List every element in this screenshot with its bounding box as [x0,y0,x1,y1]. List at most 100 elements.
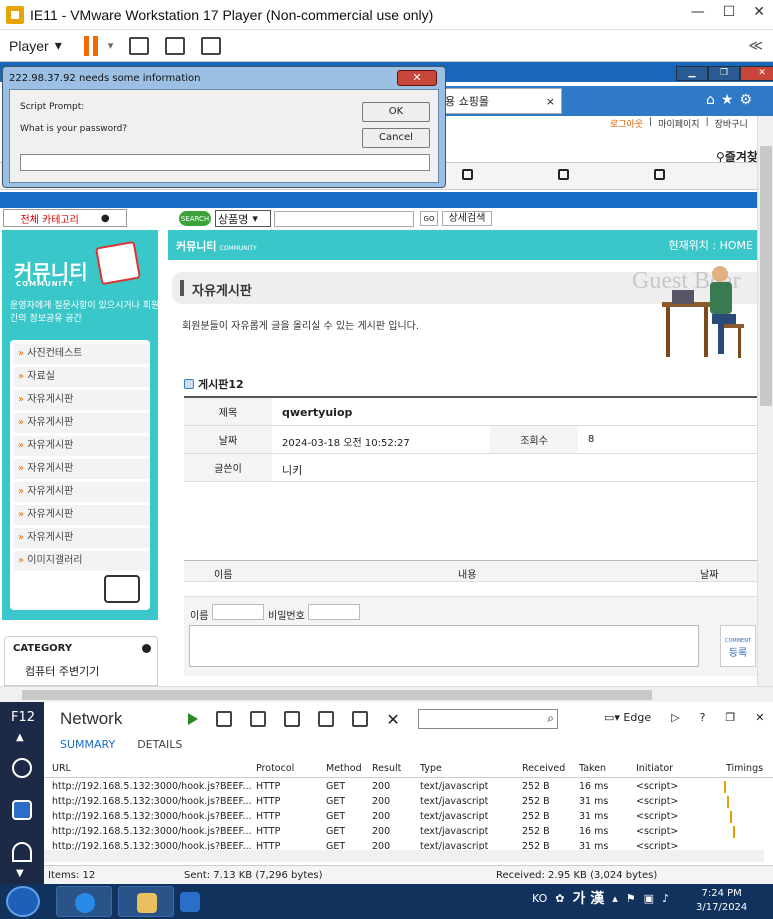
sidebar-item-board[interactable]: 자유게시판 [14,390,150,410]
tab-summary[interactable]: SUMMARY [60,738,115,751]
collapse-toolbar-button[interactable]: ≪ [748,37,763,54]
all-category-button[interactable]: 전체 카테고리 ● [3,209,127,227]
settings-gear-icon[interactable]: ⚙ [739,92,758,108]
sidebar-item-board[interactable]: 자유게시판 [14,482,150,502]
maximize-button[interactable]: ☐ [723,4,736,20]
dropdown-icon: ▾ [54,37,62,53]
table-row[interactable]: http://192.168.5.132:3000/hook.js?BEEF..… [44,825,773,840]
table-row[interactable]: http://192.168.5.132:3000/hook.js?BEEF..… [44,840,773,850]
page-title: 자유게시판 [192,284,252,299]
tab-details[interactable]: DETAILS [137,738,182,751]
pause-button[interactable] [83,35,100,56]
fullscreen-icon[interactable] [165,36,186,55]
post-subject: qwertyuiop [282,406,353,419]
f12-label: F12 [11,710,36,725]
home-icon[interactable]: ⌂ [706,92,721,108]
sidebar-item-board[interactable]: 자유게시판 [14,413,150,433]
minimize-button[interactable]: — [691,4,705,20]
clear-cache-icon[interactable] [284,711,301,727]
comment-register-button[interactable]: COMMENT 등록 [720,625,756,667]
detail-search-button[interactable]: 상세검색 [442,211,492,226]
ie-close-button[interactable]: ✕ [740,66,773,81]
ok-button[interactable]: OK [362,102,430,122]
stop-icon[interactable]: ✕ [386,710,399,729]
mypage-link[interactable]: 마이페이지 [658,117,699,130]
folder-icon [104,575,140,603]
board-number: 게시판12 [184,376,244,392]
devtools-app-icon [180,892,200,912]
search-input[interactable] [274,211,414,227]
sidebar-item-board[interactable]: 자유게시판 [14,459,150,479]
network-tray-icon[interactable]: ▣ [644,892,654,905]
tray-chevron-icon[interactable]: ▴ [612,892,618,905]
ime-icon[interactable]: ✿ [555,892,564,905]
ime-mode[interactable]: 가 漢 [573,888,605,908]
debugger-icon[interactable] [12,758,32,778]
taskbar-ie[interactable] [56,886,112,917]
always-refresh-icon[interactable] [250,711,267,727]
ie-minimize-button[interactable]: ▁ [676,66,708,81]
help-button[interactable]: ? [700,711,706,724]
performance-icon[interactable] [12,842,32,862]
language-indicator[interactable]: KO [532,892,547,905]
dialog-close-button[interactable]: ✕ [397,70,437,86]
comment-password-input[interactable] [308,604,360,620]
dock-icon[interactable]: ▷ [671,711,679,724]
ie-tab[interactable]: 용 쇼핑몰 × [442,88,562,114]
flag-icon[interactable]: ⚑ [626,892,636,905]
clear-cookies-icon[interactable] [318,711,335,727]
clock[interactable]: 7:24 PM 3/17/2024 [696,887,747,915]
nav-box-icon[interactable] [558,169,569,180]
save-icon[interactable] [216,711,233,727]
sidebar-item-board[interactable]: 자유게시판 [14,505,150,525]
man-at-desk-illustration [662,266,744,358]
horizontal-scrollbar[interactable] [0,686,773,702]
comment-name-input[interactable] [212,604,264,620]
post-views: 8 [588,434,595,445]
sidebar-item-photo-contest[interactable]: 사진컨테스트 [14,344,150,364]
table-row[interactable]: http://192.168.5.132:3000/hook.js?BEEF..… [44,810,773,825]
clear-entries-icon[interactable] [352,711,369,727]
go-button[interactable]: GO [420,211,438,226]
table-row[interactable]: http://192.168.5.132:3000/hook.js?BEEF..… [44,780,773,795]
comment-form: 이름 비밀번호 COMMENT 등록 [184,596,757,676]
sidebar-item-gallery[interactable]: 이미지갤러리 [14,551,150,571]
close-button[interactable]: ✕ [753,4,765,20]
sidebar-item-archive[interactable]: 자료실 [14,367,150,387]
taskbar-f12[interactable] [180,886,220,917]
password-input[interactable] [20,154,430,171]
devtools-close-button[interactable]: ✕ [755,711,764,724]
pause-dropdown-icon[interactable]: ▾ [108,39,114,52]
search-badge: SEARCH [179,211,211,226]
ie-restore-button[interactable]: ❐ [708,66,740,81]
taskbar-explorer[interactable] [118,886,174,917]
nav-box-icon[interactable] [654,169,665,180]
network-wifi-icon[interactable] [12,800,32,820]
volume-icon[interactable]: ♪ [662,892,669,905]
table-row[interactable]: http://192.168.5.132:3000/hook.js?BEEF..… [44,795,773,810]
sidebar-item-board[interactable]: 자유게시판 [14,528,150,548]
nav-box-icon[interactable] [462,169,473,180]
network-hscrollbar[interactable] [44,850,764,862]
cart-link[interactable]: 장바구니 [715,117,748,130]
category-item[interactable]: 컴퓨터 주변기기 [25,663,99,679]
up-arrow-icon[interactable]: ▲ [16,732,24,743]
vertical-scrollbar[interactable] [757,116,773,686]
down-arrow-icon[interactable]: ▼ [16,868,24,879]
cancel-button[interactable]: Cancel [362,128,430,148]
logout-link[interactable]: 로그아웃 [610,117,643,130]
player-menu[interactable]: Player ▾ [9,37,62,54]
search-type-select[interactable]: 상품명 ▾ [215,210,271,227]
undock-icon[interactable]: ❐ [725,711,735,724]
devtools-search-input[interactable] [418,709,558,729]
favorites-star-icon[interactable]: ★ [721,92,740,108]
comment-textarea[interactable] [189,625,699,667]
emulation-mode[interactable]: ▭▾ Edge [604,711,651,724]
start-profiling-icon[interactable] [188,713,199,725]
circle-arrow-icon[interactable] [142,644,151,653]
unity-icon[interactable] [201,36,222,55]
sidebar-item-board[interactable]: 자유게시판 [14,436,150,456]
network-icon[interactable] [129,36,150,55]
start-button[interactable] [6,886,40,917]
tab-close-icon[interactable]: × [546,95,555,108]
